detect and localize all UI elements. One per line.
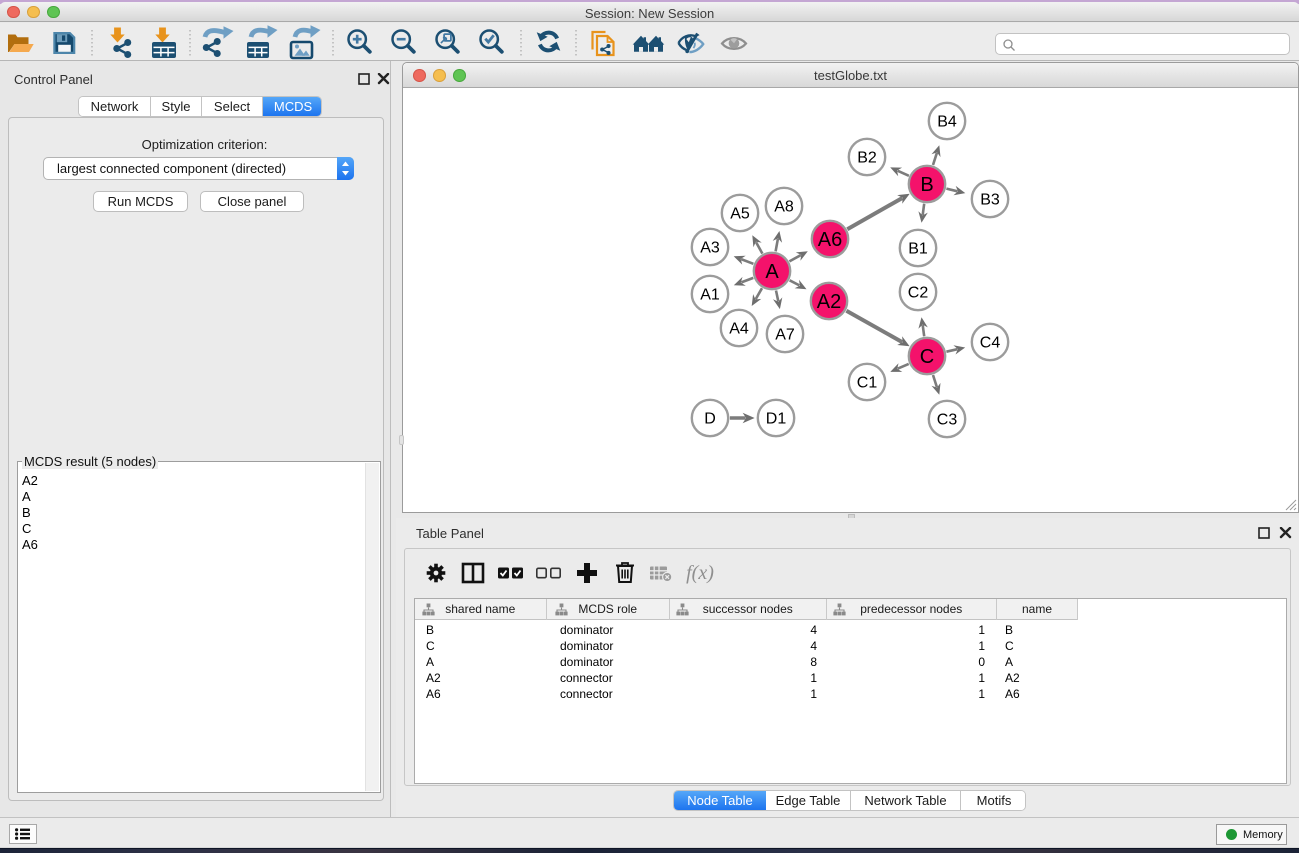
svg-text:C2: C2 [908, 285, 929, 302]
svg-text:B1: B1 [908, 241, 928, 258]
svg-text:A6: A6 [818, 229, 842, 251]
svg-text:A: A [765, 261, 779, 283]
svg-text:A8: A8 [774, 199, 794, 216]
svg-text:B: B [920, 174, 933, 196]
svg-text:A7: A7 [775, 327, 795, 344]
svg-text:A3: A3 [700, 240, 720, 257]
svg-text:f(x): f(x) [686, 562, 714, 584]
svg-text:B2: B2 [857, 150, 877, 167]
svg-text:A1: A1 [700, 287, 720, 304]
svg-text:C4: C4 [980, 335, 1001, 352]
svg-text:A4: A4 [729, 321, 749, 338]
svg-text:D1: D1 [766, 411, 787, 428]
svg-text:A2: A2 [817, 291, 841, 313]
svg-text:C: C [920, 346, 934, 368]
svg-text:B3: B3 [980, 192, 1000, 209]
svg-text:A5: A5 [730, 206, 750, 223]
svg-text:C3: C3 [937, 412, 958, 429]
svg-text:B4: B4 [937, 114, 957, 131]
svg-text:C1: C1 [857, 375, 878, 392]
svg-text:D: D [704, 411, 716, 428]
